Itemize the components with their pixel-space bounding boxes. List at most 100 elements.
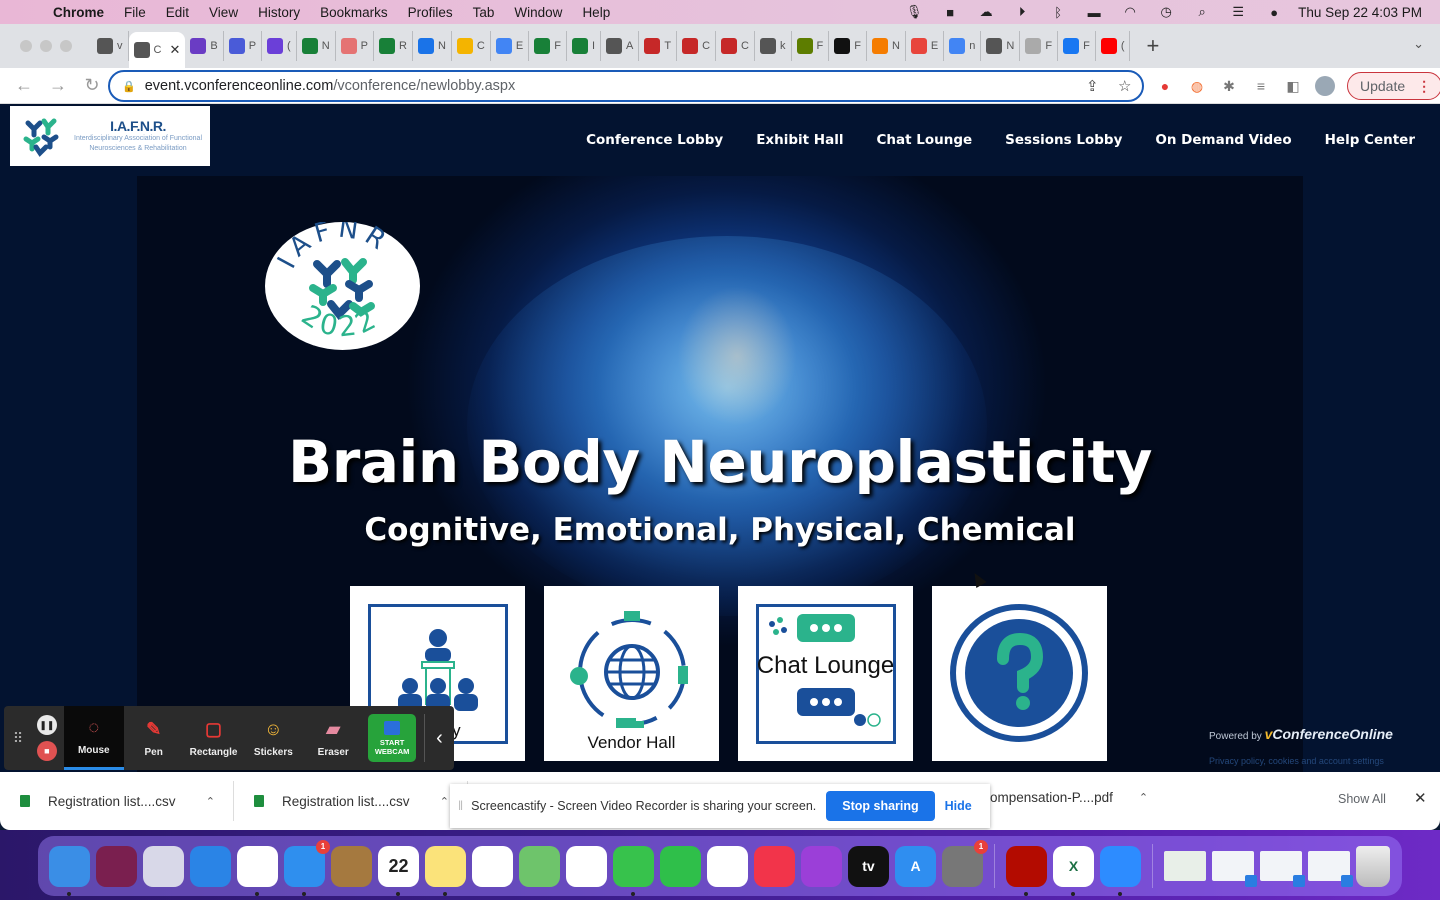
menu-file[interactable]: File [124,5,146,20]
menu-help[interactable]: Help [582,5,610,20]
dock-app-music-icon[interactable] [754,845,795,887]
nav-help-center[interactable]: Help Center [1325,132,1415,148]
tab-search-chevron-icon[interactable]: ⌄ [1413,36,1424,52]
download-options-chevron-icon[interactable]: ⌃ [1139,791,1148,804]
drag-handle-icon[interactable]: ⠿ [4,730,30,747]
browser-tab[interactable]: F [529,31,567,61]
browser-tab[interactable]: E [491,31,530,61]
browser-tab[interactable]: N [413,31,452,61]
tool-eraser[interactable]: ▰ Eraser [303,706,363,770]
browser-tab[interactable]: R [374,31,413,61]
nav-exhibit-hall[interactable]: Exhibit Hall [756,132,843,148]
nav-sessions-lobby[interactable]: Sessions Lobby [1005,132,1122,148]
dock-app-acrobat-icon[interactable] [1006,845,1047,896]
extensions-puzzle-icon[interactable]: ✱ [1219,76,1239,96]
download-options-chevron-icon[interactable]: ⌃ [440,795,449,808]
browser-tab[interactable]: F [829,31,867,61]
nav-on-demand-video[interactable]: On Demand Video [1155,132,1291,148]
dock-app-podcasts-icon[interactable] [801,845,842,887]
site-logo[interactable]: I.A.F.N.R. Interdisciplinary Association… [10,106,210,166]
menu-profiles[interactable]: Profiles [408,5,453,20]
download-options-chevron-icon[interactable]: ⌃ [206,795,215,808]
menu-edit[interactable]: Edit [166,5,189,20]
new-tab-button[interactable]: + [1146,33,1159,59]
reading-list-icon[interactable]: ≡ [1251,76,1271,96]
side-panel-icon[interactable]: ◧ [1283,76,1303,96]
browser-tab[interactable]: ( [262,31,297,61]
browser-tab[interactable]: N [867,31,906,61]
extension-t-icon[interactable]: ◍ [1187,76,1207,96]
update-button[interactable]: Update ⋮ [1347,72,1440,100]
bluetooth-icon[interactable]: ᛒ [1040,5,1076,20]
more-menu-icon[interactable]: ⋮ [1417,78,1431,95]
wifi-icon[interactable]: ◠ [1112,4,1148,20]
dock-app-launchpad-icon[interactable] [143,845,184,887]
browser-tab[interactable]: B [185,31,224,61]
menu-view[interactable]: View [209,5,238,20]
dock-app-mail-icon[interactable]: 1 [284,839,330,896]
control-center-icon[interactable]: ☰ [1220,4,1256,20]
dock-minimized-window[interactable] [1260,851,1305,887]
show-all-downloads-button[interactable]: Show All [1338,792,1386,806]
back-button[interactable]: ← [14,75,34,96]
browser-tab[interactable]: N [297,31,336,61]
browser-tab[interactable]: I [567,31,602,61]
dock-app-reminders-icon[interactable] [472,845,513,887]
siri-icon[interactable]: ● [1256,5,1292,20]
dock-app-calendar-icon[interactable]: 22 [378,845,419,896]
browser-tab[interactable]: F [1058,31,1096,61]
stop-recording-button[interactable]: ■ [36,741,57,761]
menu-app-name[interactable]: Chrome [53,5,104,20]
nav-conference-lobby[interactable]: Conference Lobby [586,132,723,148]
close-window-button[interactable] [20,40,32,52]
browser-tab[interactable]: T [639,31,678,61]
hide-banner-button[interactable]: Hide [945,799,972,813]
nav-chat-lounge[interactable]: Chat Lounge [876,132,972,148]
browser-tab[interactable]: P [224,31,263,61]
tool-rectangle[interactable]: ▢ Rectangle [184,706,244,770]
menu-window[interactable]: Window [514,5,562,20]
browser-tab[interactable]: A [601,31,640,61]
forward-button[interactable]: → [48,75,68,96]
download-item[interactable]: Registration list....csv ⌃ [0,781,234,821]
download-item[interactable]: ompensation-P....pdf ⌃ [990,790,1148,805]
dock-app-contacts-icon[interactable] [331,845,372,887]
dock-app-zoom-icon[interactable] [1100,845,1141,896]
browser-tab[interactable]: C [677,31,717,61]
browser-tab[interactable]: ( [1096,31,1131,61]
banner-grip-icon[interactable]: ‖ [458,799,463,813]
browser-tab[interactable]: F [1020,31,1059,61]
battery-icon[interactable]: ▬ [1076,5,1112,20]
tile-vendor-hall[interactable]: Vendor Hall [544,586,719,761]
time-machine-icon[interactable]: ◷ [1148,4,1184,20]
reload-button[interactable]: ↻ [82,75,102,96]
tool-mouse[interactable]: ◌ Mouse [63,706,124,770]
tool-stickers[interactable]: ☺ Stickers [243,706,303,770]
profile-avatar[interactable] [1315,76,1335,96]
dock-app-notes-icon[interactable] [425,845,466,896]
browser-tab[interactable]: N [981,31,1021,61]
play-icon[interactable]: ⏵ [1004,4,1040,20]
pause-recording-button[interactable]: ❚❚ [36,715,57,735]
browser-tab[interactable]: v [92,31,129,61]
browser-tab[interactable]: C [452,31,491,61]
menu-tab[interactable]: Tab [473,5,495,20]
browser-tab[interactable]: C [716,31,755,61]
creative-cloud-icon[interactable]: ☁ [968,4,1004,20]
dock-app-siri-icon[interactable] [96,845,137,887]
dock-app-excel-icon[interactable]: X [1053,845,1094,896]
minimize-window-button[interactable] [40,40,52,52]
extension-screencastify-icon[interactable]: ● [1155,76,1175,96]
bookmark-star-icon[interactable]: ☆ [1118,77,1131,95]
dock-minimized-window[interactable] [1212,851,1257,887]
start-webcam-button[interactable]: START WEBCAM [368,714,417,762]
dock-app-finder-icon[interactable] [49,845,90,896]
browser-tab[interactable]: F [792,31,830,61]
privacy-link[interactable]: Privacy policy, cookies and account sett… [1209,756,1384,766]
download-item[interactable]: Registration list....csv ⌃ [234,781,468,821]
dock-app-messages-icon[interactable] [613,845,654,896]
browser-tab[interactable]: P [336,31,375,61]
dock-app-chrome-icon[interactable] [237,845,278,896]
stop-sharing-button[interactable]: Stop sharing [826,791,935,821]
tile-chat-lounge[interactable]: Chat Lounge [738,586,913,761]
